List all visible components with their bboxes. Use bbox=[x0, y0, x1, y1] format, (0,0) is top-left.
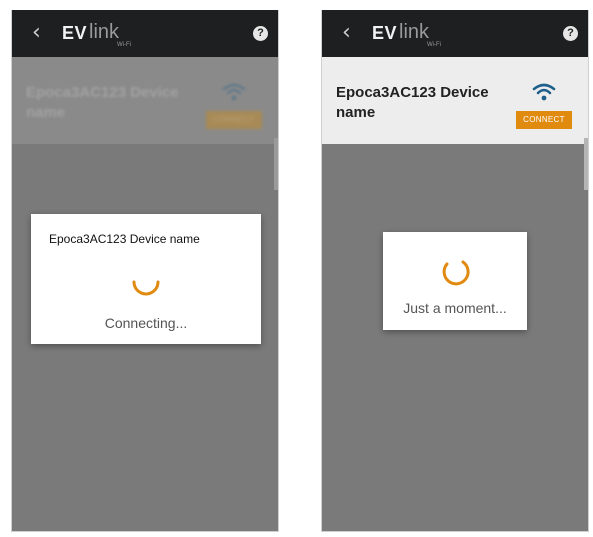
help-icon[interactable]: ? bbox=[253, 26, 268, 41]
logo-wifi-subtext: Wi-Fi bbox=[427, 42, 441, 48]
logo-ev-text: EV bbox=[62, 23, 88, 43]
connect-button[interactable]: CONNECT bbox=[516, 111, 572, 129]
logo-ev-text: EV bbox=[372, 23, 398, 43]
dialog-status-text: Just a moment... bbox=[403, 300, 507, 316]
device-name: Epoca3AC123 Device name bbox=[26, 84, 179, 121]
back-chevron-icon[interactable]: ‹ bbox=[32, 22, 54, 44]
dialog-status-text: Connecting... bbox=[104, 315, 188, 331]
dialog-title: Epoca3AC123 Device name bbox=[49, 232, 200, 246]
logo-wifi-subtext: Wi-Fi bbox=[117, 42, 131, 48]
logo-link-text: link bbox=[89, 21, 120, 43]
device-list-item: Epoca3AC123 Device name CONNECT bbox=[12, 57, 278, 144]
scrollbar-thumb[interactable] bbox=[584, 138, 588, 190]
connecting-dialog: Epoca3AC123 Device name Connecting... bbox=[31, 214, 261, 344]
app-header: ‹ EV link Wi-Fi ? bbox=[12, 10, 278, 57]
evlink-logo: EV link Wi-Fi bbox=[62, 21, 152, 48]
device-name: Epoca3AC123 Device name bbox=[336, 84, 489, 121]
loading-spinner-icon bbox=[442, 260, 470, 286]
waiting-dialog: Just a moment... bbox=[383, 232, 527, 330]
scrollbar-thumb[interactable] bbox=[274, 138, 278, 190]
device-list-item: Epoca3AC123 Device name CONNECT bbox=[322, 57, 588, 144]
loading-spinner-icon bbox=[132, 280, 160, 296]
logo-link-text: link bbox=[399, 21, 430, 43]
evlink-logo: EV link Wi-Fi bbox=[372, 21, 462, 48]
phone-screen-connecting: ‹ EV link Wi-Fi ? Epoca3AC123 Device nam… bbox=[11, 10, 279, 532]
back-chevron-icon[interactable]: ‹ bbox=[342, 22, 364, 44]
phone-screen-waiting: ‹ EV link Wi-Fi ? Epoca3AC123 Device nam… bbox=[321, 10, 589, 532]
connect-button[interactable]: CONNECT bbox=[206, 111, 262, 129]
help-icon[interactable]: ? bbox=[563, 26, 578, 41]
app-header: ‹ EV link Wi-Fi ? bbox=[322, 10, 588, 57]
wifi-icon bbox=[222, 83, 246, 101]
wifi-icon bbox=[532, 83, 556, 101]
